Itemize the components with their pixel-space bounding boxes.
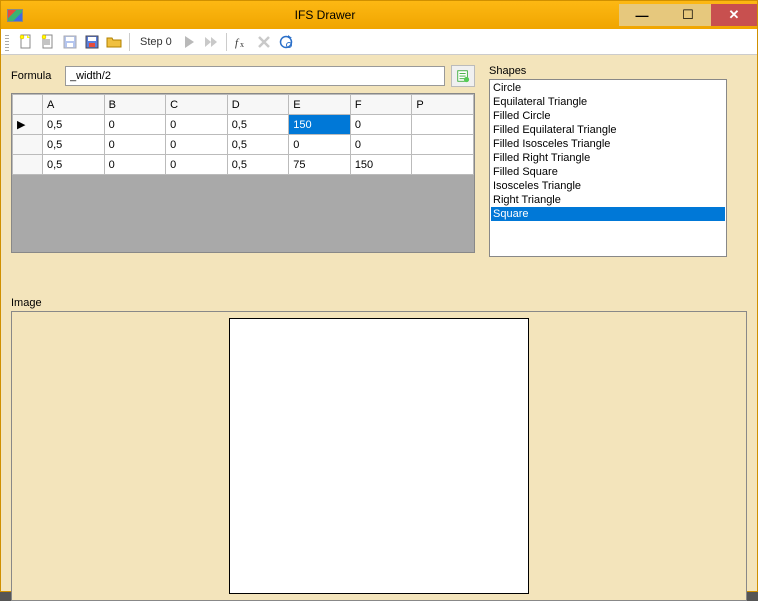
grid-cell[interactable]: 0 (166, 155, 228, 175)
data-grid[interactable]: ABCDEFP▶0,5000,515000,5000,5000,5000,575… (11, 93, 475, 253)
titlebar[interactable]: IFS Drawer — ☐ ✕ (1, 1, 757, 29)
refresh-icon[interactable] (277, 33, 295, 51)
grid-cell[interactable]: 0,5 (43, 135, 105, 155)
grid-cell[interactable]: 0 (104, 135, 166, 155)
shapes-item[interactable]: Square (491, 207, 725, 221)
image-area (11, 311, 747, 601)
toolbar-separator (226, 33, 227, 51)
formula-input[interactable] (65, 66, 445, 86)
column-header[interactable]: B (104, 95, 166, 115)
minimize-button[interactable]: — (619, 4, 665, 26)
formula-row: Formula (11, 65, 475, 87)
grid-cell[interactable]: 0 (166, 135, 228, 155)
formula-apply-button[interactable] (451, 65, 475, 87)
grid-cell[interactable]: 0 (350, 135, 412, 155)
toolbar: Step 0 fx (1, 29, 757, 55)
maximize-button[interactable]: ☐ (665, 4, 711, 26)
grid-cell[interactable]: 0 (104, 155, 166, 175)
open-doc-icon[interactable] (39, 33, 57, 51)
grid-cell[interactable]: 150 (289, 115, 351, 135)
folder-icon[interactable] (105, 33, 123, 51)
shapes-item[interactable]: Filled Circle (491, 109, 725, 123)
grid-cell[interactable]: 0 (289, 135, 351, 155)
formula-grid-panel: Formula ABCDEFP▶0,5000,515000,5000,5000,… (11, 65, 475, 287)
shapes-item[interactable]: Filled Right Triangle (491, 151, 725, 165)
grid-cell[interactable]: 0,5 (227, 135, 289, 155)
column-header[interactable]: E (289, 95, 351, 115)
save-icon[interactable] (61, 33, 79, 51)
grid-cell[interactable]: 0,5 (43, 115, 105, 135)
grid-cell[interactable]: 0 (166, 115, 228, 135)
canvas[interactable] (229, 318, 529, 594)
column-header[interactable]: P (412, 95, 474, 115)
grid-cell[interactable] (412, 135, 474, 155)
shapes-item[interactable]: Filled Square (491, 165, 725, 179)
shapes-item[interactable]: Filled Isosceles Triangle (491, 137, 725, 151)
save-image-icon[interactable] (83, 33, 101, 51)
shapes-item[interactable]: Filled Equilateral Triangle (491, 123, 725, 137)
fx-icon[interactable]: fx (233, 33, 251, 51)
client-area: Step 0 fx Formula (1, 29, 757, 591)
grid-cell[interactable] (412, 155, 474, 175)
toolbar-separator (129, 33, 130, 51)
step-label: Step 0 (136, 36, 176, 48)
app-window: IFS Drawer — ☐ ✕ Step 0 (0, 0, 758, 592)
row-indicator (13, 135, 43, 155)
column-header[interactable]: F (350, 95, 412, 115)
formula-label: Formula (11, 70, 59, 82)
app-icon (7, 9, 23, 22)
grid-cell[interactable]: 0 (350, 115, 412, 135)
row-indicator (13, 155, 43, 175)
column-header[interactable]: A (43, 95, 105, 115)
column-header[interactable]: D (227, 95, 289, 115)
new-doc-icon[interactable] (17, 33, 35, 51)
table-row[interactable]: 0,5000,500 (13, 135, 474, 155)
grid-cell[interactable]: 150 (350, 155, 412, 175)
shapes-panel: Shapes CircleEquilateral TriangleFilled … (489, 65, 727, 287)
image-panel: Image (11, 297, 747, 601)
shapes-item[interactable]: Isosceles Triangle (491, 179, 725, 193)
shapes-item[interactable]: Right Triangle (491, 193, 725, 207)
grid-cell[interactable]: 0 (104, 115, 166, 135)
delete-icon[interactable] (255, 33, 273, 51)
svg-text:x: x (240, 40, 244, 49)
shapes-item[interactable]: Circle (491, 81, 725, 95)
grid-cell[interactable] (412, 115, 474, 135)
window-title: IFS Drawer (31, 8, 619, 22)
row-header-corner (13, 95, 43, 115)
shapes-label: Shapes (489, 65, 727, 77)
grid-cell[interactable]: 75 (289, 155, 351, 175)
fast-forward-icon[interactable] (202, 33, 220, 51)
shapes-list[interactable]: CircleEquilateral TriangleFilled CircleF… (489, 79, 727, 257)
table-row[interactable]: ▶0,5000,51500 (13, 115, 474, 135)
toolbar-grip (5, 33, 9, 51)
grid-cell[interactable]: 0,5 (227, 115, 289, 135)
close-button[interactable]: ✕ (711, 4, 757, 26)
column-header[interactable]: C (166, 95, 228, 115)
row-indicator: ▶ (13, 115, 43, 135)
table-row[interactable]: 0,5000,575150 (13, 155, 474, 175)
upper-panel: Formula ABCDEFP▶0,5000,515000,5000,5000,… (1, 55, 757, 297)
window-controls: — ☐ ✕ (619, 4, 757, 26)
grid-cell[interactable]: 0,5 (43, 155, 105, 175)
grid-cell[interactable]: 0,5 (227, 155, 289, 175)
play-icon[interactable] (180, 33, 198, 51)
image-label: Image (11, 297, 747, 309)
shapes-item[interactable]: Equilateral Triangle (491, 95, 725, 109)
